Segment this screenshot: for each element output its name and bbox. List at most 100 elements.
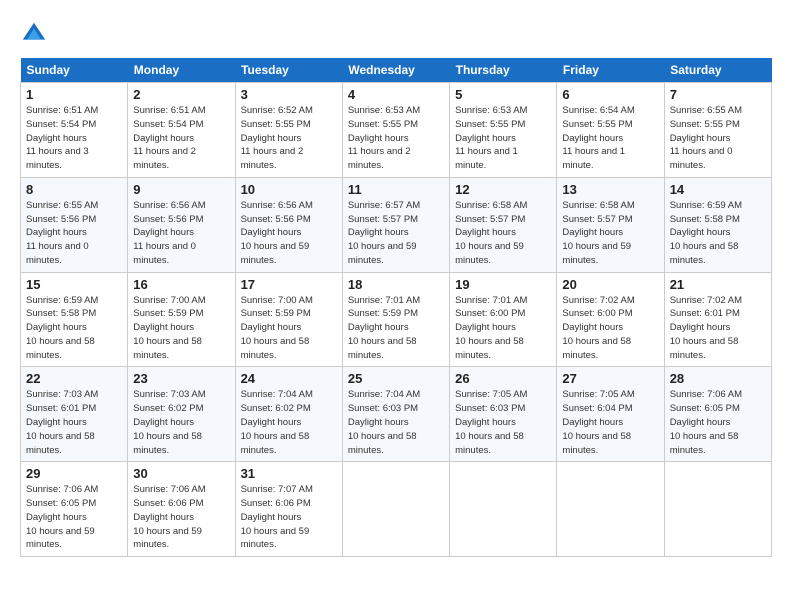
day-number: 27 [562,371,658,386]
calendar-cell: 25 Sunrise: 7:04 AM Sunset: 6:03 PM Dayl… [342,367,449,462]
day-info: Sunrise: 6:56 AM Sunset: 5:56 PM Dayligh… [133,199,229,268]
day-number: 17 [241,277,337,292]
logo-icon [20,20,48,48]
day-info: Sunrise: 6:58 AM Sunset: 5:57 PM Dayligh… [455,199,551,268]
day-info: Sunrise: 6:51 AM Sunset: 5:54 PM Dayligh… [133,104,229,173]
day-info: Sunrise: 7:02 AM Sunset: 6:01 PM Dayligh… [670,294,766,363]
day-info: Sunrise: 7:01 AM Sunset: 5:59 PM Dayligh… [348,294,444,363]
day-info: Sunrise: 6:54 AM Sunset: 5:55 PM Dayligh… [562,104,658,173]
day-number: 5 [455,87,551,102]
calendar-cell: 4 Sunrise: 6:53 AM Sunset: 5:55 PM Dayli… [342,83,449,178]
header-wednesday: Wednesday [342,58,449,83]
day-number: 13 [562,182,658,197]
day-info: Sunrise: 6:55 AM Sunset: 5:56 PM Dayligh… [26,199,122,268]
day-info: Sunrise: 7:04 AM Sunset: 6:03 PM Dayligh… [348,388,444,457]
calendar-week-row: 29 Sunrise: 7:06 AM Sunset: 6:05 PM Dayl… [21,462,772,557]
calendar-cell: 27 Sunrise: 7:05 AM Sunset: 6:04 PM Dayl… [557,367,664,462]
day-info: Sunrise: 6:59 AM Sunset: 5:58 PM Dayligh… [26,294,122,363]
day-info: Sunrise: 7:01 AM Sunset: 6:00 PM Dayligh… [455,294,551,363]
calendar-cell: 15 Sunrise: 6:59 AM Sunset: 5:58 PM Dayl… [21,272,128,367]
calendar-cell: 9 Sunrise: 6:56 AM Sunset: 5:56 PM Dayli… [128,177,235,272]
calendar-cell: 30 Sunrise: 7:06 AM Sunset: 6:06 PM Dayl… [128,462,235,557]
day-info: Sunrise: 6:52 AM Sunset: 5:55 PM Dayligh… [241,104,337,173]
calendar-cell: 7 Sunrise: 6:55 AM Sunset: 5:55 PM Dayli… [664,83,771,178]
calendar-cell: 22 Sunrise: 7:03 AM Sunset: 6:01 PM Dayl… [21,367,128,462]
day-number: 1 [26,87,122,102]
calendar-cell: 20 Sunrise: 7:02 AM Sunset: 6:00 PM Dayl… [557,272,664,367]
day-info: Sunrise: 6:53 AM Sunset: 5:55 PM Dayligh… [455,104,551,173]
day-number: 7 [670,87,766,102]
calendar-cell: 13 Sunrise: 6:58 AM Sunset: 5:57 PM Dayl… [557,177,664,272]
calendar-cell [450,462,557,557]
calendar-cell: 29 Sunrise: 7:06 AM Sunset: 6:05 PM Dayl… [21,462,128,557]
day-number: 29 [26,466,122,481]
day-info: Sunrise: 6:57 AM Sunset: 5:57 PM Dayligh… [348,199,444,268]
day-number: 25 [348,371,444,386]
calendar-cell: 31 Sunrise: 7:07 AM Sunset: 6:06 PM Dayl… [235,462,342,557]
calendar-cell: 16 Sunrise: 7:00 AM Sunset: 5:59 PM Dayl… [128,272,235,367]
day-number: 9 [133,182,229,197]
day-info: Sunrise: 6:51 AM Sunset: 5:54 PM Dayligh… [26,104,122,173]
day-number: 28 [670,371,766,386]
calendar-header-row: SundayMondayTuesdayWednesdayThursdayFrid… [21,58,772,83]
day-number: 24 [241,371,337,386]
day-number: 11 [348,182,444,197]
header-sunday: Sunday [21,58,128,83]
calendar-cell: 5 Sunrise: 6:53 AM Sunset: 5:55 PM Dayli… [450,83,557,178]
header [20,20,772,48]
day-info: Sunrise: 7:06 AM Sunset: 6:05 PM Dayligh… [670,388,766,457]
day-number: 18 [348,277,444,292]
calendar-cell: 14 Sunrise: 6:59 AM Sunset: 5:58 PM Dayl… [664,177,771,272]
calendar-cell: 23 Sunrise: 7:03 AM Sunset: 6:02 PM Dayl… [128,367,235,462]
day-info: Sunrise: 6:58 AM Sunset: 5:57 PM Dayligh… [562,199,658,268]
calendar-week-row: 15 Sunrise: 6:59 AM Sunset: 5:58 PM Dayl… [21,272,772,367]
day-number: 14 [670,182,766,197]
calendar-cell: 11 Sunrise: 6:57 AM Sunset: 5:57 PM Dayl… [342,177,449,272]
calendar-cell: 28 Sunrise: 7:06 AM Sunset: 6:05 PM Dayl… [664,367,771,462]
day-number: 4 [348,87,444,102]
calendar-cell: 26 Sunrise: 7:05 AM Sunset: 6:03 PM Dayl… [450,367,557,462]
day-number: 2 [133,87,229,102]
day-number: 30 [133,466,229,481]
day-number: 8 [26,182,122,197]
calendar-week-row: 1 Sunrise: 6:51 AM Sunset: 5:54 PM Dayli… [21,83,772,178]
day-info: Sunrise: 6:53 AM Sunset: 5:55 PM Dayligh… [348,104,444,173]
day-info: Sunrise: 6:56 AM Sunset: 5:56 PM Dayligh… [241,199,337,268]
logo [20,20,52,48]
day-number: 22 [26,371,122,386]
calendar-cell: 12 Sunrise: 6:58 AM Sunset: 5:57 PM Dayl… [450,177,557,272]
day-number: 3 [241,87,337,102]
day-number: 31 [241,466,337,481]
day-info: Sunrise: 7:04 AM Sunset: 6:02 PM Dayligh… [241,388,337,457]
calendar-cell: 6 Sunrise: 6:54 AM Sunset: 5:55 PM Dayli… [557,83,664,178]
calendar-cell: 2 Sunrise: 6:51 AM Sunset: 5:54 PM Dayli… [128,83,235,178]
day-number: 19 [455,277,551,292]
day-info: Sunrise: 6:55 AM Sunset: 5:55 PM Dayligh… [670,104,766,173]
day-info: Sunrise: 7:02 AM Sunset: 6:00 PM Dayligh… [562,294,658,363]
calendar-cell: 17 Sunrise: 7:00 AM Sunset: 5:59 PM Dayl… [235,272,342,367]
header-thursday: Thursday [450,58,557,83]
day-info: Sunrise: 7:03 AM Sunset: 6:02 PM Dayligh… [133,388,229,457]
day-number: 10 [241,182,337,197]
calendar-cell: 24 Sunrise: 7:04 AM Sunset: 6:02 PM Dayl… [235,367,342,462]
calendar-cell: 1 Sunrise: 6:51 AM Sunset: 5:54 PM Dayli… [21,83,128,178]
calendar-cell: 19 Sunrise: 7:01 AM Sunset: 6:00 PM Dayl… [450,272,557,367]
calendar-cell: 21 Sunrise: 7:02 AM Sunset: 6:01 PM Dayl… [664,272,771,367]
header-saturday: Saturday [664,58,771,83]
day-number: 26 [455,371,551,386]
header-monday: Monday [128,58,235,83]
day-info: Sunrise: 7:03 AM Sunset: 6:01 PM Dayligh… [26,388,122,457]
day-number: 23 [133,371,229,386]
day-number: 15 [26,277,122,292]
calendar-cell: 10 Sunrise: 6:56 AM Sunset: 5:56 PM Dayl… [235,177,342,272]
calendar-table: SundayMondayTuesdayWednesdayThursdayFrid… [20,58,772,557]
day-info: Sunrise: 7:00 AM Sunset: 5:59 PM Dayligh… [241,294,337,363]
calendar-cell: 3 Sunrise: 6:52 AM Sunset: 5:55 PM Dayli… [235,83,342,178]
calendar-week-row: 8 Sunrise: 6:55 AM Sunset: 5:56 PM Dayli… [21,177,772,272]
day-info: Sunrise: 7:05 AM Sunset: 6:03 PM Dayligh… [455,388,551,457]
day-number: 20 [562,277,658,292]
header-friday: Friday [557,58,664,83]
day-info: Sunrise: 7:05 AM Sunset: 6:04 PM Dayligh… [562,388,658,457]
day-number: 21 [670,277,766,292]
day-number: 16 [133,277,229,292]
